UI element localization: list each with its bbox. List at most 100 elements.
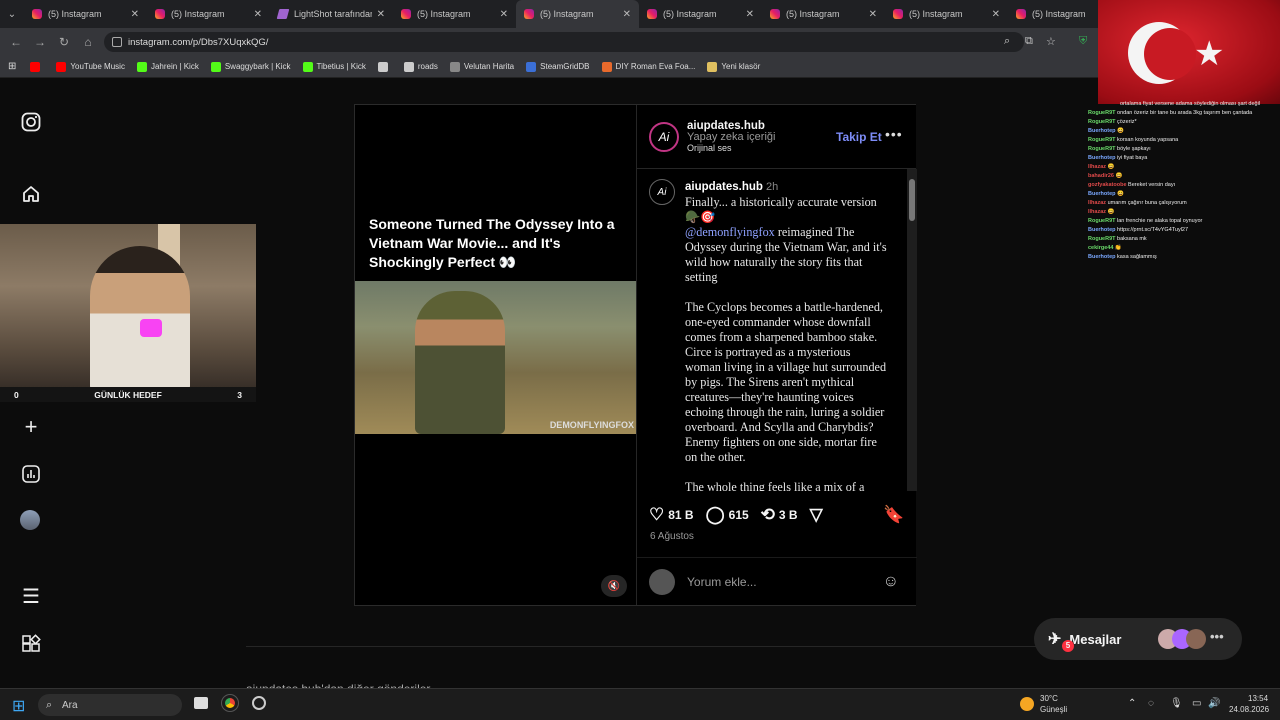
close-tab-icon[interactable]: ✕ [746, 9, 754, 20]
close-tab-icon[interactable]: ✕ [377, 9, 385, 20]
chat-username[interactable]: RogueR9T [1088, 110, 1116, 116]
tab-search-button[interactable]: ⌄ [0, 0, 24, 28]
bookmark-item[interactable] [377, 61, 392, 72]
emoji-icon[interactable]: ☺ [883, 573, 899, 591]
taskbar-search[interactable]: ⌕ Ara [38, 694, 182, 716]
more-options-icon[interactable]: ••• [885, 126, 903, 142]
site-info-icon[interactable] [112, 37, 122, 47]
messages-button[interactable]: ✈ 5 Mesajlar ••• [1034, 618, 1242, 660]
mention-link[interactable]: @demonflyingfox [685, 225, 775, 239]
bookmark-item[interactable]: YouTube Music [56, 61, 125, 72]
mute-button[interactable]: 🔇 [601, 575, 627, 597]
browser-tab[interactable]: (5) Instagram ✕ [516, 0, 639, 28]
back-button[interactable]: ← [4, 35, 28, 49]
scrollbar-thumb[interactable] [909, 179, 915, 221]
zoom-icon[interactable]: ⌕ [1004, 35, 1010, 48]
mic-icon[interactable]: 🎙 [1170, 698, 1183, 709]
more-apps-icon[interactable] [20, 634, 42, 656]
close-tab-icon[interactable]: ✕ [254, 9, 262, 20]
profile-avatar[interactable] [20, 510, 42, 532]
address-bar[interactable]: instagram.com/p/Dbs7XUqxkQG/ [104, 32, 1024, 52]
chat-username[interactable]: cekirge44 [1088, 245, 1113, 251]
close-tab-icon[interactable]: ✕ [869, 9, 877, 20]
install-app-icon[interactable]: ⧉ [1025, 35, 1033, 48]
chat-username[interactable]: Buerhotep [1088, 128, 1116, 134]
chat-username[interactable]: RogueR9T [1088, 236, 1116, 242]
network-icon[interactable]: ◌ [1148, 698, 1154, 709]
close-tab-icon[interactable]: ✕ [623, 9, 631, 20]
browser-tab[interactable]: (5) Instagram ✕ [393, 0, 516, 28]
bookmark-item[interactable] [30, 61, 44, 72]
browser-tab[interactable]: (5) Instagram ✕ [762, 0, 885, 28]
bookmark-item[interactable]: Jahrein | Kick [136, 61, 199, 72]
chat-username[interactable]: gozfyakatoobe [1088, 182, 1127, 188]
ai-content-label[interactable]: Yapay zeka içeriği [687, 132, 775, 143]
display-icon[interactable]: ▭ [1192, 698, 1201, 709]
browser-tab[interactable]: LightShot tarafından ✕ [270, 0, 393, 28]
reload-button[interactable]: ↻ [52, 35, 76, 49]
bookmark-item[interactable]: roads [403, 61, 438, 72]
home-icon[interactable] [20, 184, 42, 206]
author-avatar[interactable]: Ai [649, 121, 679, 152]
comment-button[interactable]: ◯ 615 [706, 505, 749, 525]
chat-username[interactable]: Buerhotep [1088, 155, 1116, 161]
insights-icon[interactable] [20, 464, 42, 486]
instagram-logo-icon[interactable] [20, 112, 42, 134]
clock-date[interactable]: 24.08.2026 [1229, 705, 1269, 714]
repost-button[interactable]: ⟲ 3 B [761, 505, 798, 525]
chrome-icon[interactable] [221, 694, 239, 712]
chat-username[interactable]: Buerhotep [1088, 254, 1116, 260]
chat-username[interactable]: llhazaz [1088, 209, 1106, 215]
close-tab-icon[interactable]: ✕ [131, 9, 139, 20]
bookmark-item[interactable]: SteamGridDB [526, 61, 590, 72]
file-explorer-icon[interactable] [194, 697, 208, 709]
clock-time[interactable]: 13:54 [1248, 694, 1268, 703]
bookmark-item[interactable]: DIY Roman Eva Foa... [601, 61, 695, 72]
tray-chevron-icon[interactable]: ⌃ [1128, 698, 1136, 709]
follow-button[interactable]: Takip Et [836, 130, 882, 144]
comment-input[interactable]: Yorum ekle... [687, 575, 757, 589]
like-button[interactable]: ♡ 81 B [649, 505, 694, 525]
share-button[interactable]: ▽ [810, 505, 827, 525]
menu-icon[interactable]: ☰ [20, 586, 42, 608]
chat-username[interactable]: Buerhotep [1088, 227, 1116, 233]
caption-scrollbar[interactable] [907, 169, 917, 491]
save-button[interactable]: 🔖 [883, 505, 908, 525]
video-frame[interactable]: DEMONFLYINGFOX [355, 281, 636, 434]
chat-username[interactable]: bahadir26 [1088, 173, 1114, 179]
extension-shield-icon[interactable]: ⛨ [1079, 35, 1087, 48]
chat-username[interactable]: llhazaz [1088, 200, 1106, 206]
chat-username[interactable]: RogueR9T [1088, 137, 1116, 143]
bookmark-item[interactable]: Swaggybark | Kick [210, 61, 291, 72]
browser-tab[interactable]: (5) Instagram ✕ [885, 0, 1008, 28]
home-button[interactable]: ⌂ [76, 35, 100, 49]
weather-temp[interactable]: 30°C [1040, 694, 1058, 703]
chat-username[interactable]: RogueR9T [1088, 146, 1116, 152]
audio-label[interactable]: Orijinal ses [687, 143, 775, 153]
weather-desc[interactable]: Güneşli [1040, 705, 1067, 714]
browser-tab[interactable]: (5) Instagram ✕ [639, 0, 762, 28]
chat-username[interactable]: Buerhotep [1088, 191, 1116, 197]
chat-message: RogueR9T ondan özeriz bir tane bu arada … [1088, 109, 1278, 118]
caption-author-avatar[interactable]: Ai [649, 179, 675, 205]
bookmark-item[interactable]: Yeni klasör [707, 61, 760, 72]
forward-button[interactable]: → [28, 35, 52, 49]
chat-username[interactable]: RogueR9T [1088, 218, 1116, 224]
apps-grid-icon[interactable]: ⊞ [8, 61, 16, 72]
chat-username[interactable]: RogueR9T [1088, 119, 1116, 125]
chat-username[interactable]: llhazaz [1088, 164, 1106, 170]
caption-author[interactable]: aiupdates.hub [685, 181, 763, 193]
browser-tab[interactable]: (5) Instagram ✕ [147, 0, 270, 28]
browser-tab[interactable]: (5) Instagram ✕ [24, 0, 147, 28]
volume-icon[interactable]: 🔊 [1208, 698, 1220, 709]
bookmark-star-icon[interactable]: ☆ [1046, 35, 1056, 48]
kick-icon [210, 61, 221, 72]
close-tab-icon[interactable]: ✕ [992, 9, 1000, 20]
app-icon[interactable] [252, 696, 266, 710]
create-icon[interactable]: + [20, 416, 42, 438]
close-tab-icon[interactable]: ✕ [500, 9, 508, 20]
bookmark-item[interactable]: Velutan Harita [449, 61, 514, 72]
post-media[interactable]: Someone Turned The Odyssey Into a Vietna… [355, 105, 636, 605]
windows-start-icon[interactable]: ⊞ [12, 696, 25, 716]
bookmark-item[interactable]: Tibetius | Kick [302, 61, 366, 72]
